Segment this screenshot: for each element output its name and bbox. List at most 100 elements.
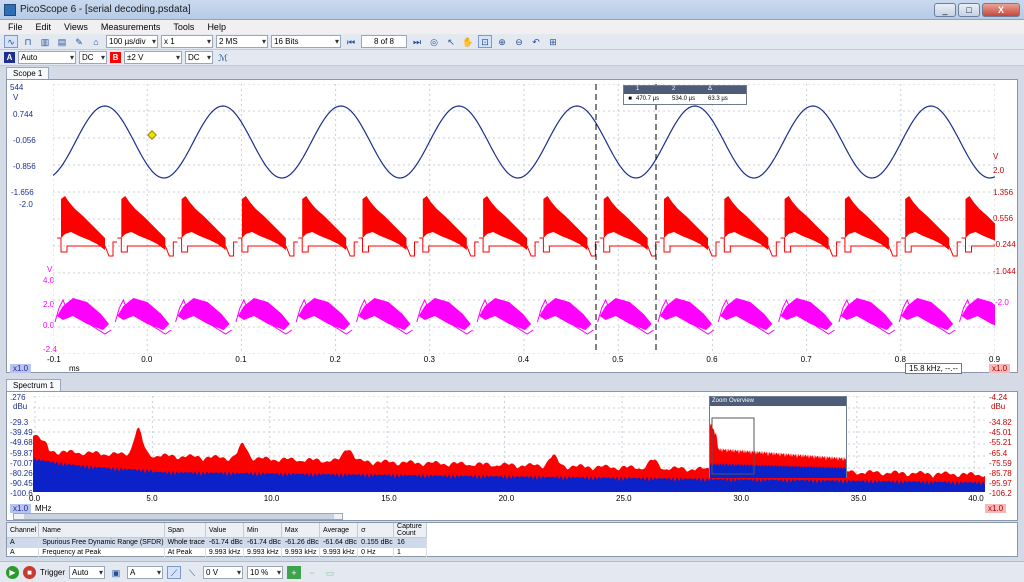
rising-edge-icon[interactable]: ⟋ xyxy=(167,565,182,579)
math-trace xyxy=(298,298,351,330)
channel-a-range-select[interactable]: Auto xyxy=(18,51,76,64)
menu-help[interactable]: Help xyxy=(207,22,226,32)
scope-axis-a-tick: 0.744 xyxy=(13,110,34,119)
scope-right-tick: 1.356 xyxy=(993,188,1014,197)
channel-b-trace xyxy=(599,237,660,257)
scope-right-tick: -0.244 xyxy=(993,240,1016,249)
zoom-out-icon[interactable]: ⊖ xyxy=(512,35,526,48)
maximize-button[interactable]: □ xyxy=(958,3,980,17)
table-row[interactable]: A Spurious Free Dynamic Range (SFDR) Who… xyxy=(7,537,427,548)
probe-icon[interactable]: ✎ xyxy=(72,35,86,48)
pointer-icon[interactable]: ↖ xyxy=(444,35,458,48)
scope-axis-b-top: -2.0 xyxy=(19,200,33,209)
falling-edge-icon[interactable]: ⟍ xyxy=(185,566,199,579)
menu-tools[interactable]: Tools xyxy=(173,22,194,32)
channel-b-badge: B xyxy=(110,52,121,63)
col-min: Min xyxy=(243,523,282,538)
math-trace xyxy=(418,298,471,330)
ruler-readout-box[interactable]: 1 2 Δ ■ 470.7 µs 534.0 µs 63.3 µs xyxy=(623,85,747,105)
channel-b-trace xyxy=(844,196,889,250)
channel-b-coupling-select[interactable]: DC xyxy=(185,51,213,64)
channel-b-trace xyxy=(237,237,298,257)
math-trace xyxy=(358,298,411,330)
tab-scope-1[interactable]: Scope 1 xyxy=(6,67,50,79)
home-icon[interactable]: ⌂ xyxy=(89,35,103,48)
channel-b-trace xyxy=(780,237,841,257)
scope-x-tick: 0.5 xyxy=(612,355,624,364)
edit-item-icon[interactable]: ▭ xyxy=(323,566,337,579)
cell-average: -61.64 dBc xyxy=(319,537,359,548)
persistence-mode-icon[interactable]: ⊓ xyxy=(21,35,35,48)
channel-a-badge: A xyxy=(4,52,15,63)
channel-b-trace xyxy=(57,237,117,257)
menu-bar: File Edit Views Measurements Tools Help xyxy=(0,20,1024,34)
hand-icon[interactable]: ✋ xyxy=(461,35,475,48)
ruler-header: 1 2 Δ xyxy=(624,86,746,94)
start-capture-icon[interactable]: ▶ xyxy=(6,565,19,579)
resolution-select[interactable]: 16 Bits xyxy=(271,35,341,48)
spectrum-x-unit: MHz xyxy=(35,504,52,513)
spectrum-left-scale-tag: x1.0 xyxy=(10,504,32,513)
scope-axis-a-tick: -0.056 xyxy=(13,136,36,145)
serial-mode-icon[interactable]: ▤ xyxy=(55,35,69,48)
last-capture-icon[interactable]: ⏭ xyxy=(410,35,424,48)
menu-views[interactable]: Views xyxy=(64,22,88,32)
channel-a-coupling-select[interactable]: DC xyxy=(79,51,107,64)
spectrum-x-tick: 10.0 xyxy=(263,494,280,503)
zoom-in-icon[interactable]: ⊕ xyxy=(495,35,509,48)
spectrum-x-tick: 30.0 xyxy=(733,494,749,503)
undo-zoom-icon[interactable]: ↶ xyxy=(529,35,543,48)
scope-plot[interactable] xyxy=(53,84,995,354)
pre-trigger-input[interactable]: 10 % xyxy=(247,565,284,579)
spectrum-scrollbar[interactable] xyxy=(13,513,343,520)
zoom-fit-icon[interactable]: ⊞ xyxy=(546,35,560,48)
col-span: Span xyxy=(164,523,206,538)
add-item-icon[interactable]: + xyxy=(287,565,302,579)
zoom-overview-window[interactable]: Zoom Overview xyxy=(709,396,847,478)
col-channel: Channel xyxy=(7,523,40,538)
channel-b-range-select[interactable]: ±2 V xyxy=(124,51,182,64)
math-trace xyxy=(479,298,532,330)
menu-measurements[interactable]: Measurements xyxy=(101,22,161,32)
zoom-select[interactable]: x 1 xyxy=(161,35,213,48)
trigger-advanced-icon[interactable]: ▣ xyxy=(109,566,123,579)
menu-edit[interactable]: Edit xyxy=(36,22,52,32)
channel-b-trace xyxy=(362,196,407,250)
stop-capture-icon[interactable]: ■ xyxy=(23,565,36,579)
cell-capture-count: 1 xyxy=(393,547,427,558)
cell-average: 9.993 kHz xyxy=(319,547,359,558)
spectrum-scale-readout: .276 xyxy=(10,393,26,402)
scope-scale-readout: 544 xyxy=(10,83,24,92)
cell-span: At Peak xyxy=(164,547,206,558)
menu-file[interactable]: File xyxy=(8,22,23,32)
ruler-header-1: 1 xyxy=(636,86,640,92)
spectrum-mode-icon[interactable]: ▥ xyxy=(38,35,52,48)
col-name: Name xyxy=(38,523,165,538)
table-row[interactable]: A Frequency at Peak At Peak 9.993 kHz 9.… xyxy=(7,547,427,558)
compass-icon[interactable]: ◎ xyxy=(427,35,441,48)
trigger-source-select[interactable]: A xyxy=(127,565,164,579)
channel-options-icon[interactable]: ℳ xyxy=(216,51,230,64)
timebase-select[interactable]: 100 µs/div xyxy=(106,35,158,48)
zoom-overview-plot[interactable] xyxy=(710,406,846,478)
close-button[interactable]: X xyxy=(982,3,1020,17)
minimize-button[interactable]: _ xyxy=(934,3,956,17)
tab-spectrum-1[interactable]: Spectrum 1 xyxy=(6,379,61,391)
capture-page-indicator: 8 of 8 xyxy=(361,35,407,48)
trigger-mode-select[interactable]: Auto xyxy=(69,565,106,579)
channel-toolbar: A Auto DC B ±2 V DC ℳ xyxy=(0,50,1024,66)
col-sigma: σ xyxy=(357,523,395,538)
col-average: Average xyxy=(319,523,359,538)
remove-item-icon[interactable]: − xyxy=(305,566,319,579)
scope-mode-icon[interactable]: ∿ xyxy=(4,35,18,48)
measurements-table: Channel Name Span Value Min Max Average … xyxy=(6,522,1018,558)
zoom-box-icon[interactable]: ⊡ xyxy=(478,35,492,48)
measurements-header: Channel Name Span Value Min Max Average … xyxy=(7,523,427,538)
spectrum-scrollbar-thumb[interactable] xyxy=(24,514,334,519)
first-capture-icon[interactable]: ⏮ xyxy=(344,35,358,48)
cell-name: Spurious Free Dynamic Range (SFDR) xyxy=(38,537,165,548)
scope-x-tick: 0.6 xyxy=(706,355,718,364)
trigger-level-input[interactable]: 0 V xyxy=(203,565,244,579)
spectrum-right-tick: -75.59 xyxy=(989,458,1012,468)
samples-select[interactable]: 2 MS xyxy=(216,35,268,48)
